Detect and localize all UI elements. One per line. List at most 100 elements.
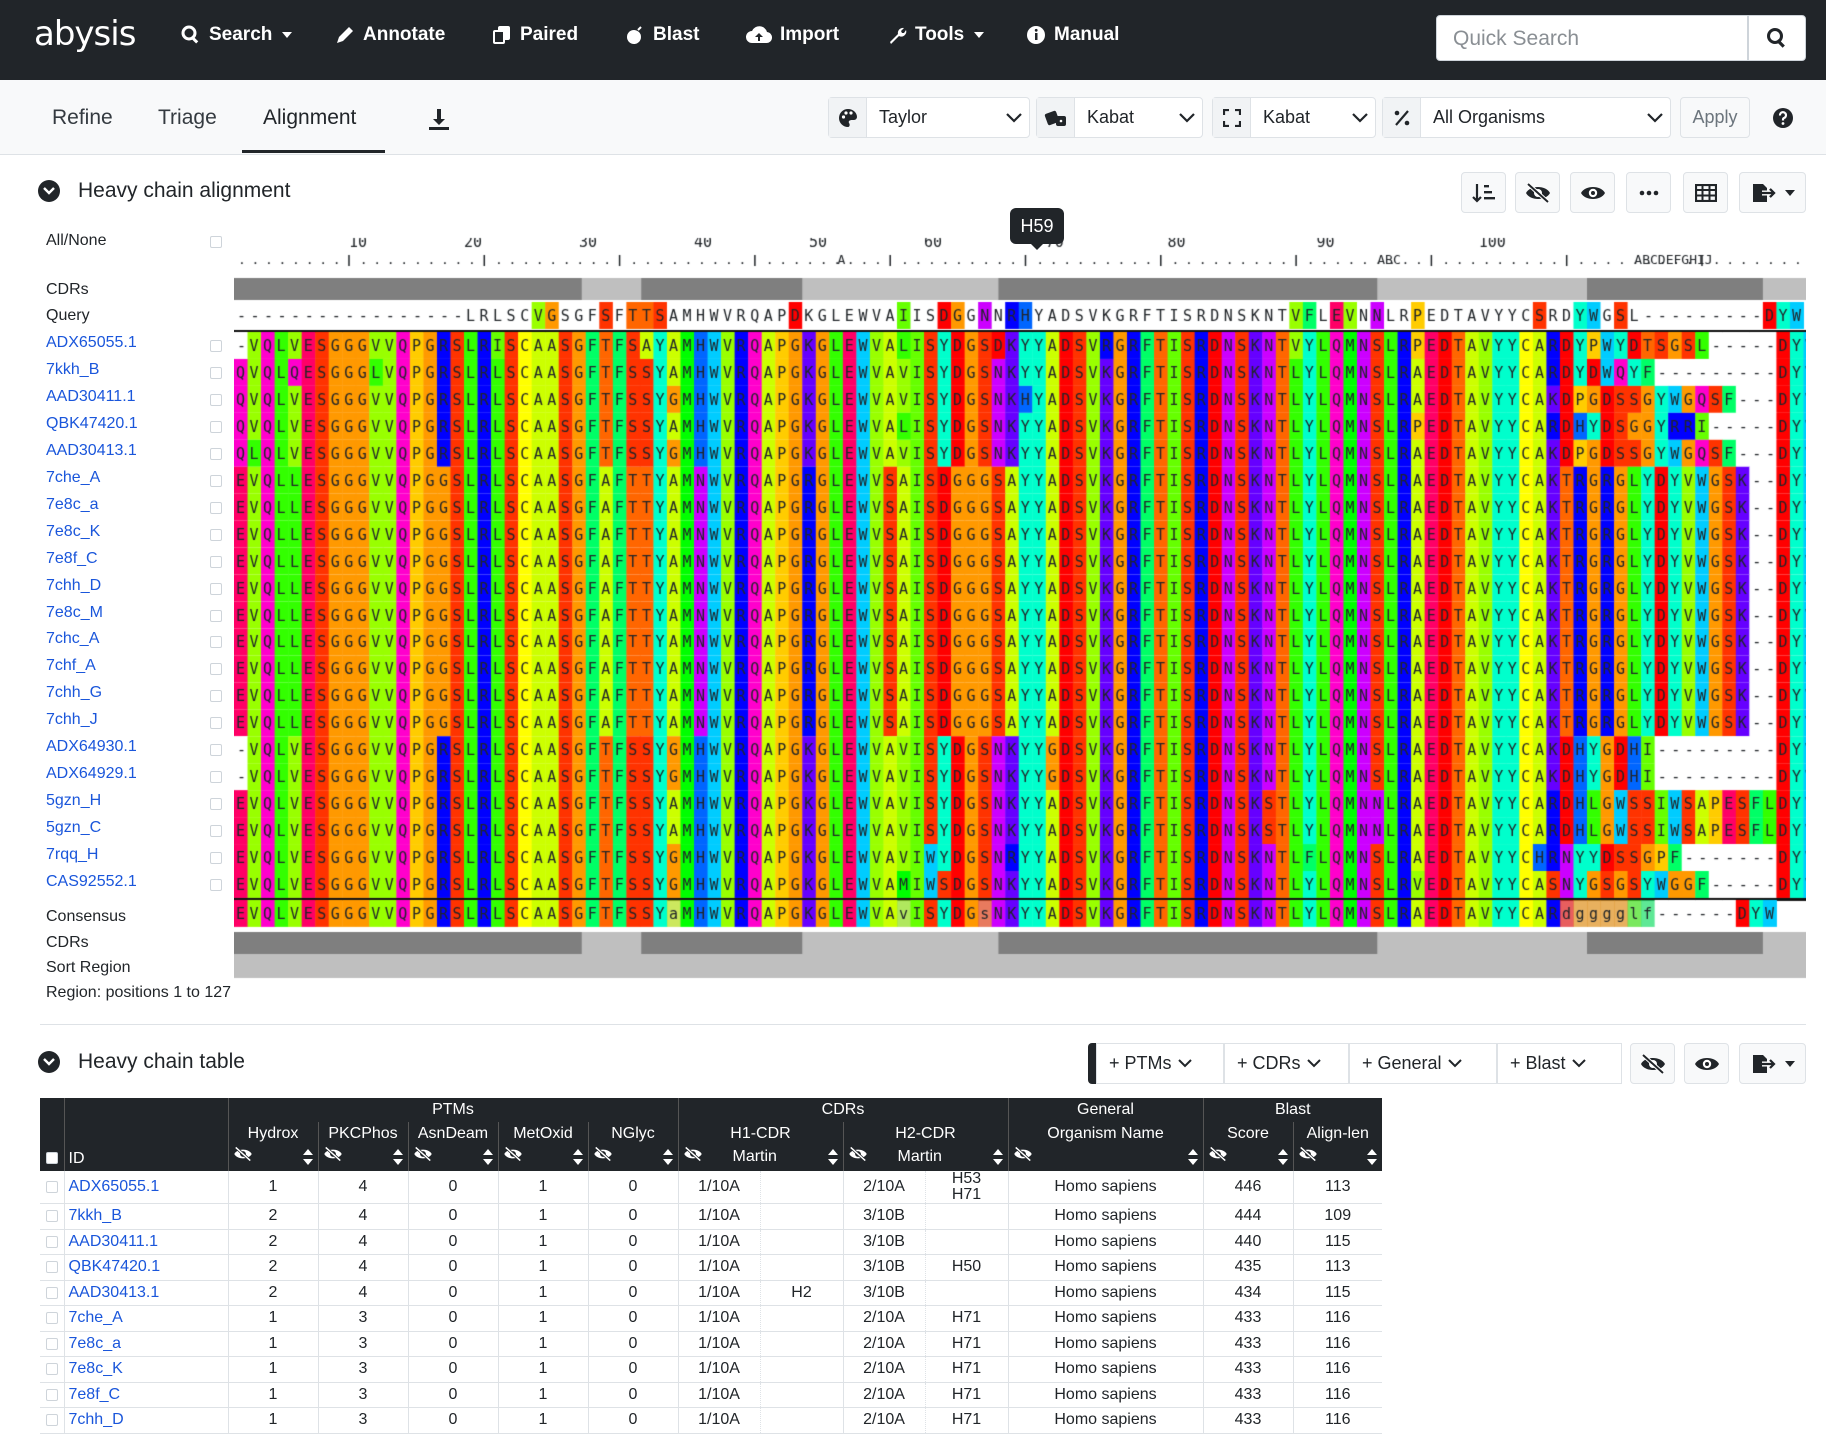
row-id-link[interactable]: 7e8c_K: [63, 1356, 228, 1383]
sequence-id-link[interactable]: 7chc_A: [46, 630, 99, 648]
sequence-select-checkbox[interactable]: [210, 555, 222, 568]
hide-column-icon[interactable]: [323, 1146, 343, 1167]
row-id-link[interactable]: AAD30413.1: [63, 1280, 228, 1306]
nav-search[interactable]: Search: [181, 24, 293, 46]
sequence-select-checkbox[interactable]: [210, 501, 222, 514]
sequence-select-checkbox[interactable]: [210, 366, 222, 379]
sort-icon[interactable]: [1187, 1148, 1199, 1171]
sequence-select-checkbox[interactable]: [210, 636, 222, 649]
col-score[interactable]: Score: [1202, 1122, 1293, 1146]
brand-logo[interactable]: abysis: [34, 14, 136, 54]
organism-select[interactable]: All Organisms: [1382, 97, 1671, 138]
apply-button[interactable]: Apply: [1680, 97, 1750, 138]
col-pkcphos[interactable]: PKCPhos: [317, 1122, 408, 1146]
all-none-label[interactable]: All/None: [46, 232, 106, 250]
hide-column-icon[interactable]: [503, 1146, 523, 1167]
col-nglyc[interactable]: NGlyc: [587, 1122, 678, 1146]
color-scheme-select[interactable]: Taylor: [828, 97, 1030, 138]
download-icon[interactable]: [428, 107, 450, 131]
numbering-select[interactable]: Kabat: [1036, 97, 1203, 138]
help-icon[interactable]: [1772, 107, 1794, 129]
sequence-select-checkbox[interactable]: [210, 663, 222, 676]
row-select-checkbox[interactable]: [45, 1235, 58, 1248]
sequence-select-checkbox[interactable]: [210, 879, 222, 891]
row-id-link[interactable]: 7kkh_B: [63, 1203, 228, 1230]
tab-triage[interactable]: Triage: [158, 106, 217, 130]
sequence-id-link[interactable]: 5gzn_C: [46, 819, 101, 837]
add-blast-dropdown[interactable]: + Blast: [1497, 1043, 1622, 1084]
col-h1-cdr[interactable]: H1-CDR: [677, 1122, 843, 1146]
more-button[interactable]: [1626, 172, 1671, 213]
sequence-id-link[interactable]: 7e8f_C: [46, 550, 98, 568]
row-select-checkbox[interactable]: [45, 1261, 58, 1274]
alignment-section-header[interactable]: Heavy chain alignment: [38, 179, 290, 203]
sequence-id-link[interactable]: 7che_A: [46, 469, 100, 487]
nav-blast[interactable]: Blast: [625, 24, 699, 46]
sequence-id-link[interactable]: ADX64930.1: [46, 738, 137, 756]
show-columns-button[interactable]: [1684, 1043, 1729, 1084]
sequence-id-link[interactable]: AAD30411.1: [46, 388, 136, 406]
nav-manual[interactable]: Manual: [1026, 24, 1119, 46]
sequence-select-checkbox[interactable]: [210, 582, 222, 595]
sequence-select-checkbox[interactable]: [210, 474, 222, 487]
quick-search-button[interactable]: [1748, 15, 1806, 61]
sequence-select-checkbox[interactable]: [210, 447, 222, 460]
col-metoxid[interactable]: MetOxid: [497, 1122, 588, 1146]
row-select-checkbox[interactable]: [45, 1337, 58, 1350]
nav-tools[interactable]: Tools: [887, 24, 985, 46]
row-id-link[interactable]: AAD30411.1: [63, 1229, 228, 1255]
sequence-select-checkbox[interactable]: [210, 771, 222, 784]
sequence-select-checkbox[interactable]: [210, 852, 222, 865]
sequence-id-link[interactable]: 7chh_G: [46, 684, 102, 702]
hide-column-icon[interactable]: [1013, 1146, 1033, 1167]
sort-icon[interactable]: [572, 1148, 584, 1171]
col-organism[interactable]: Organism Name: [1007, 1122, 1203, 1146]
row-select-checkbox[interactable]: [45, 1388, 58, 1401]
hide-button[interactable]: [1515, 172, 1560, 213]
nav-import[interactable]: Import: [746, 24, 839, 46]
nav-paired[interactable]: Paired: [492, 24, 578, 46]
sequence-id-link[interactable]: QBK47420.1: [46, 415, 138, 433]
select-all-checkbox[interactable]: [210, 236, 222, 248]
row-id-link[interactable]: 7che_A: [63, 1305, 228, 1332]
table-row[interactable]: 7e8c_a 1 3 0 1 0 1/10A 2/10A H71 Homo sapiens 433 1…: [40, 1331, 1382, 1357]
hide-column-icon[interactable]: [593, 1146, 613, 1167]
export-button[interactable]: [1739, 172, 1806, 213]
hide-column-icon[interactable]: [1298, 1146, 1318, 1167]
table-row[interactable]: ADX65055.1 1 4 0 1 0 1/10A 2/10A H53 H71 Homo sap…: [40, 1171, 1382, 1204]
sort-icon[interactable]: [827, 1148, 839, 1171]
sequence-select-checkbox[interactable]: [210, 825, 222, 838]
sequence-id-link[interactable]: ADX64929.1: [46, 765, 137, 783]
col-id[interactable]: ID: [63, 1146, 228, 1171]
hide-column-icon[interactable]: [413, 1146, 433, 1167]
hide-columns-button[interactable]: [1630, 1043, 1675, 1084]
row-id-link[interactable]: QBK47420.1: [63, 1254, 228, 1281]
col-asndeam[interactable]: AsnDeam: [407, 1122, 498, 1146]
add-ptms-dropdown[interactable]: + PTMs: [1096, 1043, 1224, 1084]
region-select[interactable]: Kabat: [1212, 97, 1376, 138]
row-id-link[interactable]: ADX65055.1: [63, 1171, 228, 1204]
col-align-len[interactable]: Align-len: [1292, 1122, 1382, 1146]
sequence-id-link[interactable]: 7e8c_K: [46, 523, 100, 541]
hide-column-icon[interactable]: [683, 1146, 703, 1167]
sequence-select-checkbox[interactable]: [210, 744, 222, 757]
row-id-link[interactable]: 7e8f_C: [63, 1382, 228, 1408]
sort-icon[interactable]: [1366, 1148, 1378, 1171]
sequence-id-link[interactable]: AAD30413.1: [46, 442, 137, 460]
sequence-id-link[interactable]: 7kkh_B: [46, 361, 99, 379]
table-row[interactable]: QBK47420.1 2 4 0 1 0 1/10A 3/10B H50 Homo sapiens…: [40, 1254, 1382, 1281]
sort-icon[interactable]: [1277, 1148, 1289, 1171]
sequence-select-checkbox[interactable]: [210, 393, 222, 406]
row-id-link[interactable]: 7e8c_a: [63, 1331, 228, 1357]
table-select-all-checkbox[interactable]: [45, 1152, 58, 1165]
sequence-select-checkbox[interactable]: [210, 609, 222, 622]
table-row[interactable]: 7kkh_B 2 4 0 1 0 1/10A 3/10B Homo sapiens 444 109: [40, 1203, 1382, 1230]
nav-annotate[interactable]: Annotate: [335, 24, 445, 46]
sequence-id-link[interactable]: 7chh_D: [46, 577, 101, 595]
table-row[interactable]: 7che_A 1 3 0 1 0 1/10A 2/10A H71 Homo sapiens 433 1…: [40, 1305, 1382, 1332]
row-select-checkbox[interactable]: [45, 1312, 58, 1325]
sequence-id-link[interactable]: ADX65055.1: [46, 334, 137, 352]
sequence-id-link[interactable]: 7chh_J: [46, 711, 98, 729]
sequence-id-link[interactable]: 7e8c_M: [46, 604, 103, 622]
row-select-checkbox[interactable]: [45, 1414, 58, 1427]
